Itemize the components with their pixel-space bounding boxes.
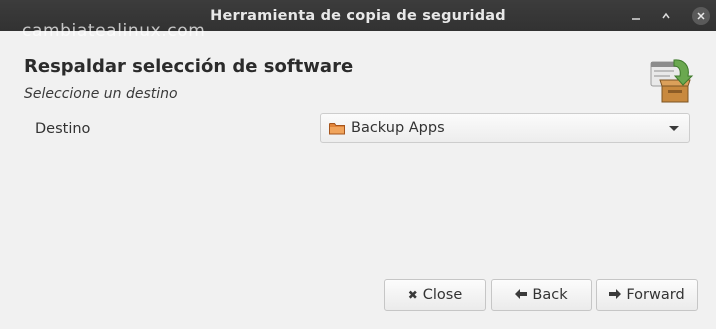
close-icon[interactable] bbox=[692, 6, 710, 25]
destination-combobox[interactable]: Backup Apps bbox=[320, 113, 690, 143]
page-title: Respaldar selección de software bbox=[24, 56, 354, 77]
window-title: Herramienta de copia de seguridad bbox=[210, 7, 506, 24]
close-button-label: Close bbox=[422, 287, 463, 303]
minimize-icon[interactable] bbox=[622, 5, 650, 27]
backup-tool-window: Herramienta de copia de seguridad cambia… bbox=[0, 0, 716, 329]
close-button[interactable]: ✖ Close bbox=[384, 279, 486, 311]
forward-button[interactable]: Forward bbox=[596, 279, 698, 311]
chevron-down-icon[interactable] bbox=[669, 126, 679, 131]
window-controls bbox=[620, 0, 710, 31]
maximize-icon[interactable] bbox=[652, 5, 680, 27]
back-button-label: Back bbox=[532, 287, 568, 303]
forward-button-label: Forward bbox=[626, 287, 685, 303]
arrow-right-icon bbox=[609, 288, 622, 302]
back-button[interactable]: Back bbox=[491, 279, 592, 311]
backup-box-icon bbox=[648, 56, 696, 104]
page-subtitle: Seleccione un destino bbox=[24, 86, 178, 102]
watermark-text: cambiatealinux.com bbox=[22, 21, 206, 41]
arrow-left-icon bbox=[515, 288, 528, 302]
destination-value: Backup Apps bbox=[351, 120, 445, 136]
close-x-icon: ✖ bbox=[407, 288, 418, 302]
folder-icon bbox=[329, 122, 345, 135]
destination-label: Destino bbox=[35, 121, 91, 137]
